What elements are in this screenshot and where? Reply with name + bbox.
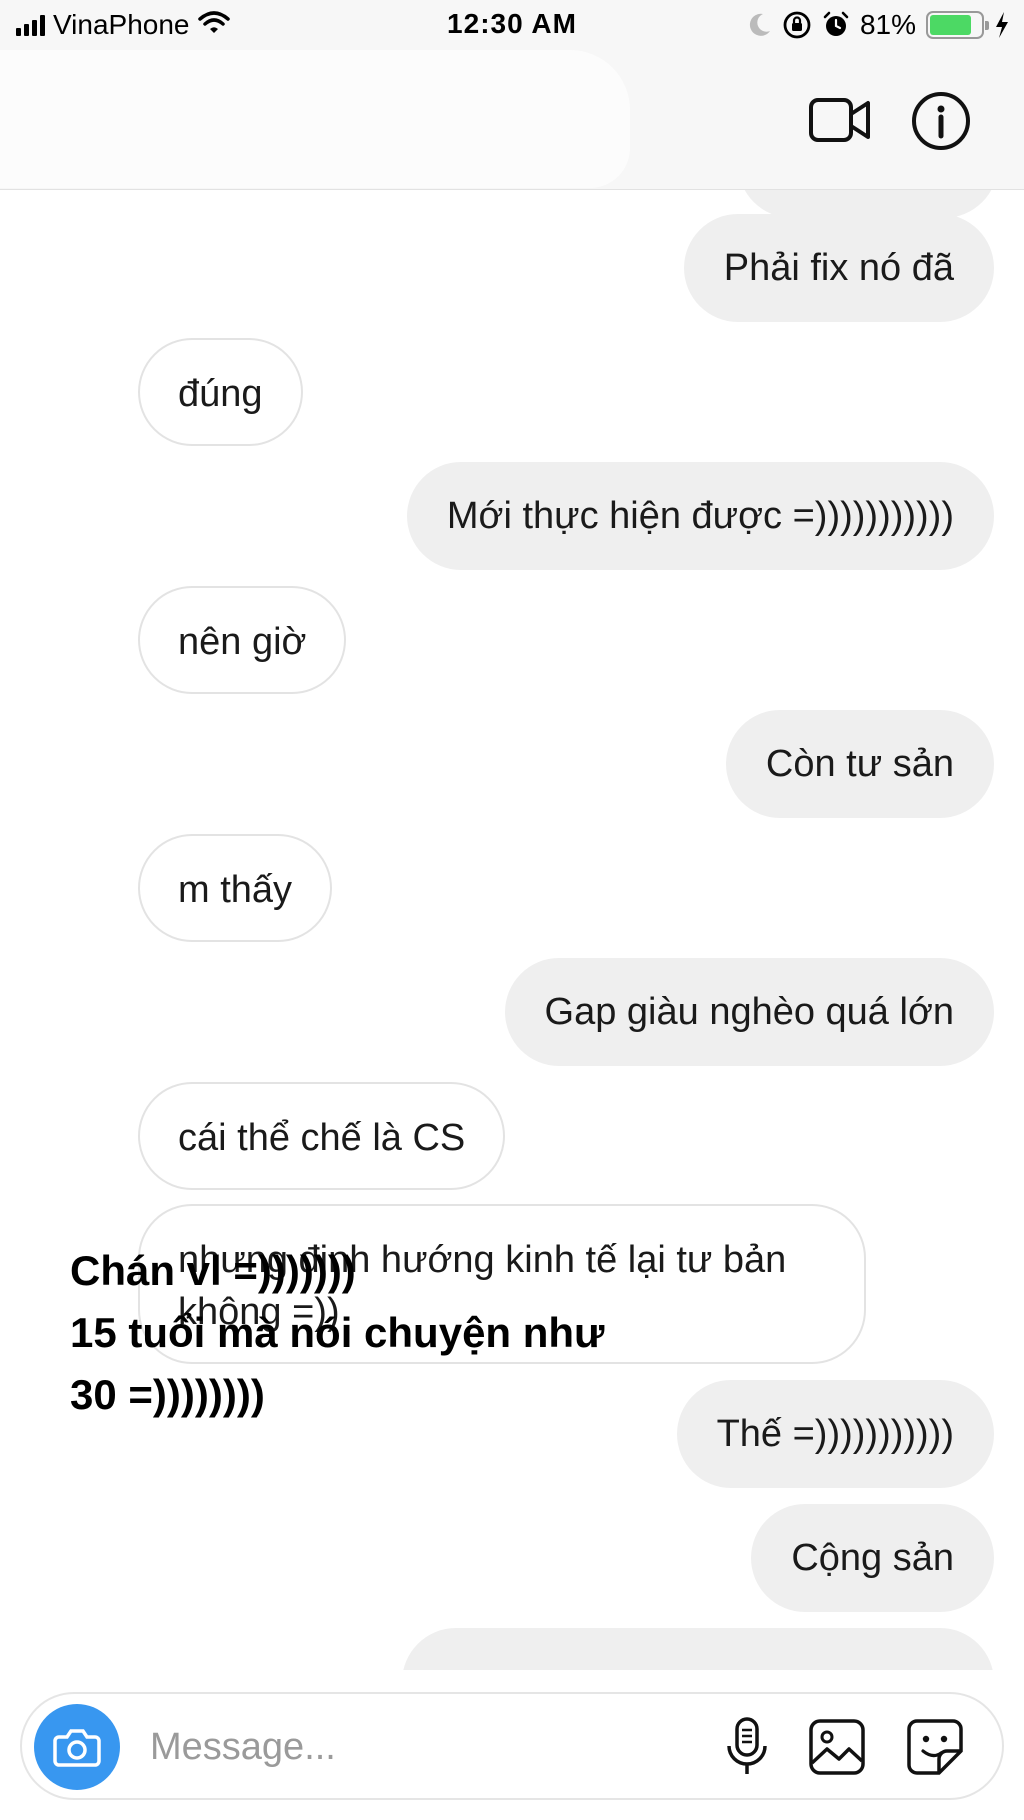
message-text: m thấy xyxy=(178,869,293,911)
gallery-icon[interactable] xyxy=(806,1716,868,1778)
message-incoming[interactable]: cái thể chế là CS xyxy=(138,1082,506,1190)
status-bar-right: 81% xyxy=(748,8,1010,42)
conversation-header xyxy=(0,50,1024,190)
alarm-icon xyxy=(822,11,850,39)
caption-line: Chán vl =))))))) xyxy=(70,1247,356,1294)
message-text: đúng xyxy=(178,373,263,415)
message-text: Gap giàu nghèo quá lớn xyxy=(544,991,954,1033)
caption-line: 30 =)))))))) xyxy=(70,1371,265,1418)
message-incoming[interactable]: đúng xyxy=(138,338,303,446)
message-text: Mới thực hiện được =))))))))))) xyxy=(446,495,954,537)
message-composer xyxy=(20,1692,1004,1800)
camera-icon[interactable] xyxy=(34,1704,120,1790)
message-text: cái thể chế là CS xyxy=(178,1117,466,1159)
message-text: Còn tư sản xyxy=(765,743,954,785)
overlay-caption: Chán vl =))))))) 15 tuổi mà nói chuyện n… xyxy=(70,1240,690,1426)
moon-icon xyxy=(748,12,772,38)
message-bubble-cutoff xyxy=(402,1628,994,1670)
status-bar: VinaPhone 12:30 AM 81% xyxy=(0,0,1024,50)
orientation-lock-icon xyxy=(782,10,812,40)
message-outgoing[interactable]: Mới thực hiện được =))))))))))) xyxy=(406,462,994,570)
info-icon[interactable] xyxy=(910,90,972,152)
message-list[interactable]: Phải fix nó đã đúng Mới thực hiện được =… xyxy=(0,190,1024,1670)
message-outgoing[interactable]: Thế =))))))))))) xyxy=(676,1380,994,1488)
message-incoming[interactable]: m thấy xyxy=(138,834,333,942)
microphone-icon[interactable] xyxy=(716,1716,778,1778)
battery-icon xyxy=(926,11,989,39)
message-text: Thế =))))))))))) xyxy=(716,1413,954,1455)
caption-line: 15 tuổi mà nói chuyện như xyxy=(70,1309,605,1356)
chat-screen: VinaPhone 12:30 AM 81% Phải fix nó đã đú… xyxy=(0,0,1024,1820)
message-outgoing[interactable]: Còn tư sản xyxy=(725,710,994,818)
redacted-contact-name xyxy=(0,50,630,188)
message-outgoing[interactable]: Cộng sản xyxy=(751,1504,994,1612)
message-outgoing[interactable]: Gap giàu nghèo quá lớn xyxy=(504,958,994,1066)
message-text: nên giờ xyxy=(178,621,307,663)
battery-percent: 81% xyxy=(859,9,916,40)
message-text: Cộng sản xyxy=(791,1537,954,1579)
charging-icon xyxy=(994,11,1010,39)
message-input[interactable] xyxy=(150,1714,710,1780)
message-outgoing[interactable]: Phải fix nó đã xyxy=(683,214,994,322)
sticker-icon[interactable] xyxy=(904,1716,966,1778)
video-call-icon[interactable] xyxy=(808,90,872,150)
message-incoming[interactable]: nên giờ xyxy=(138,586,347,694)
message-text: Phải fix nó đã xyxy=(723,247,954,289)
